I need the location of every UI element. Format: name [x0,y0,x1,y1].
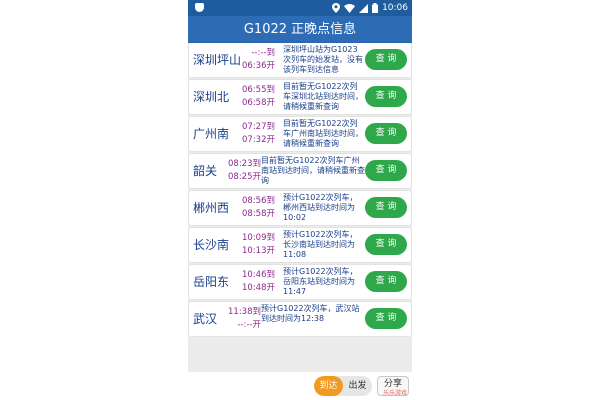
query-button[interactable]: 查 询 [365,49,407,70]
query-button[interactable]: 查 询 [365,160,407,181]
station-row: 岳阳东 10:46到 10:48开 预计G1022次列车，岳阳东站到达时间为11:47… [189,265,411,299]
query-button[interactable]: 查 询 [365,197,407,218]
station-times: 06:55到 06:58开 [229,84,275,110]
query-button[interactable]: 查 询 [365,271,407,292]
station-times: 10:09到 10:13开 [229,232,275,258]
query-button[interactable]: 查 询 [365,234,407,255]
delay-info: 预计G1022次列车，武汉站到达时间为12:38 [261,304,360,323]
station-times: --:--到 06:36开 [229,47,275,73]
depart-time: 06:58开 [242,98,275,108]
delay-info: 预计G1022次列车，长沙南站到达时间为11:08 [283,230,358,259]
wifi-icon [344,3,356,13]
query-button[interactable]: 查 询 [365,308,407,329]
signal-icon [359,3,369,13]
station-row: 深圳坪山 --:--到 06:36开 深圳坪山站为G1023次列车的始发站，没有该列车… [189,43,411,77]
delay-info: 目前暂无G1022次列车广州南站到达时间，请稍候重新查询 [283,119,363,148]
battery-icon [372,3,379,13]
depart-time: 10:13开 [242,246,275,256]
arrive-time: 08:23到 [228,159,261,169]
station-row: 韶关 08:23到 08:25开 目前暂无G1022次列车广州南站到达时间，请稍候重新… [189,154,411,188]
watermark: 乐乐游戏 [382,390,407,397]
station-name: 韶关 [193,164,218,178]
depart-time: 10:48开 [242,283,275,293]
station-times: 08:23到 08:25开 [215,158,261,184]
station-times: 08:56到 08:58开 [229,195,275,221]
shield-icon [195,3,204,12]
toggle-depart[interactable]: 出发 [343,376,372,396]
status-time: 10:06 [382,3,408,13]
station-row: 深圳北 06:55到 06:58开 目前暂无G1022次列车深圳北站到达时间，请稍候重… [189,80,411,114]
page-title: G1022 正晚点信息 [188,16,412,43]
station-row: 长沙南 10:09到 10:13开 预计G1022次列车，长沙南站到达时间为11:08… [189,228,411,262]
delay-info: 目前暂无G1022次列车深圳北站到达时间，请稍候重新查询 [283,82,363,111]
depart-time: 06:36开 [242,61,275,71]
station-times: 10:46到 10:48开 [229,269,275,295]
delay-info: 深圳坪山站为G1023次列车的始发站，没有该列车到达信息 [283,45,363,74]
station-times: 07:27到 07:32开 [229,121,275,147]
station-row: 武汉 11:38到 --:--开 预计G1022次列车，武汉站到达时间为12:38 查 … [189,302,411,336]
station-name: 郴州西 [193,201,230,215]
delay-info: 预计G1022次列车，郴州西站到达时间为10:02 [283,193,358,222]
delay-info: 目前暂无G1022次列车广州南站到达时间，请稍候重新查询 [261,156,365,185]
arrive-time: 08:56到 [242,196,275,206]
delay-info: 预计G1022次列车，岳阳东站到达时间为11:47 [283,267,358,296]
status-icons: 10:06 [332,0,408,16]
arrive-time: 07:27到 [242,122,275,132]
arrive-time: 11:38到 [228,307,261,317]
depart-time: --:--开 [237,320,261,330]
station-times: 11:38到 --:--开 [215,306,261,332]
station-row: 广州南 07:27到 07:32开 目前暂无G1022次列车广州南站到达时间，请稍候重… [189,117,411,151]
depart-time: 07:32开 [242,135,275,145]
arrive-time: 10:09到 [242,233,275,243]
arrive-time: 06:55到 [242,85,275,95]
toggle-arrive[interactable]: 到达 [314,376,343,396]
station-name: 武汉 [193,312,218,326]
query-button[interactable]: 查 询 [365,86,407,107]
station-name: 深圳北 [193,90,230,104]
depart-time: 08:58开 [242,209,275,219]
station-name: 长沙南 [193,238,230,252]
station-row: 郴州西 08:56到 08:58开 预计G1022次列车，郴州西站到达时间为10:02… [189,191,411,225]
phone-screen: 10:06 G1022 正晚点信息 深圳坪山 --:--到 06:36开 深圳坪山站为… [188,0,412,400]
arrive-depart-toggle[interactable]: 到达 出发 [314,376,372,396]
station-name: 岳阳东 [193,275,230,289]
arrive-time: --:--到 [251,48,275,58]
station-name: 广州南 [193,127,230,141]
bottom-bar: 到达 出发 分享 乐乐游戏 [188,372,412,400]
status-bar: 10:06 [188,0,412,16]
location-icon [332,3,341,13]
query-button[interactable]: 查 询 [365,123,407,144]
station-list: 深圳坪山 --:--到 06:36开 深圳坪山站为G1023次列车的始发站，没有该列车… [189,43,411,339]
depart-time: 08:25开 [228,172,261,182]
arrive-time: 10:46到 [242,270,275,280]
